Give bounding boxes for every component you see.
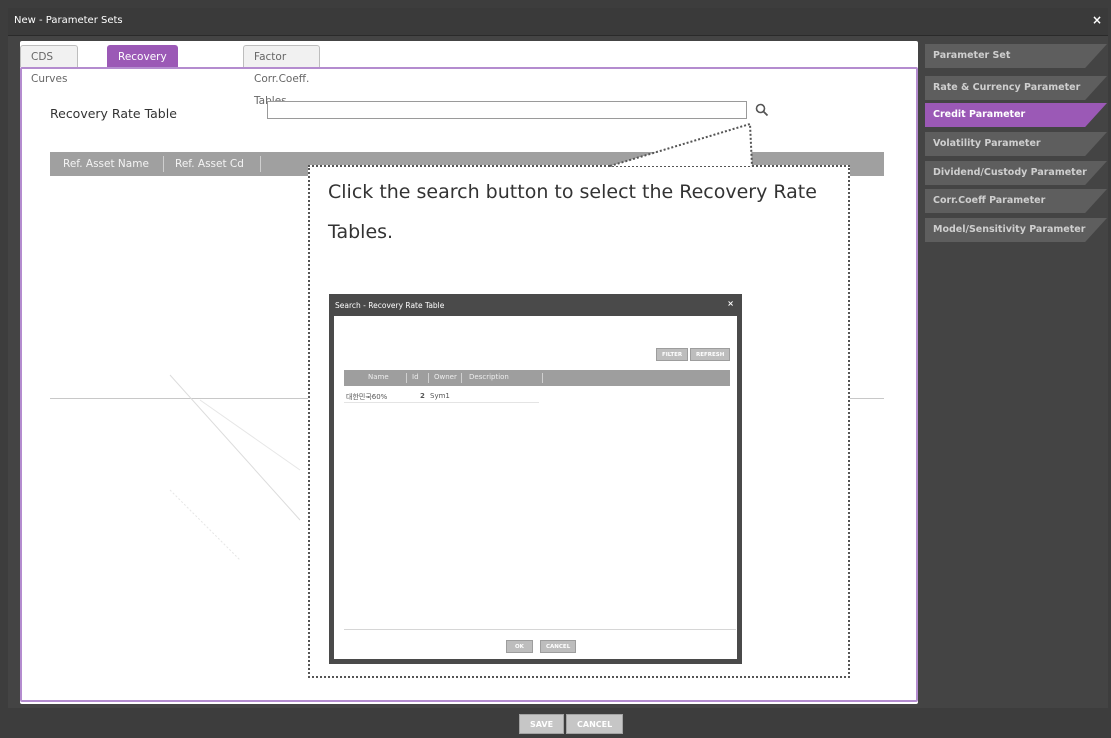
- dialog-col-separator: [428, 373, 429, 383]
- tab-cds-curves[interactable]: CDS Curves: [20, 45, 79, 85]
- refresh-button[interactable]: REFRESH: [690, 348, 731, 361]
- search-dialog-body: FILTER REFRESH Name Id Owner Description…: [334, 316, 737, 659]
- dialog-divider: [344, 629, 736, 630]
- grid-col-separator: [260, 156, 261, 172]
- grid-col-ref-asset-name[interactable]: Ref. Asset Name: [63, 158, 149, 170]
- close-icon[interactable]: ×: [727, 299, 734, 308]
- dialog-col-separator: [406, 373, 407, 383]
- window-titlebar: New - Parameter Sets ×: [8, 8, 1108, 36]
- search-icon[interactable]: [755, 103, 769, 117]
- tab-factor-corr-coeff-tables[interactable]: Factor Corr.Coeff. Tables: [243, 45, 321, 107]
- callout-text: Click the search button to select the Re…: [328, 181, 817, 243]
- dialog-col-id[interactable]: Id: [412, 373, 419, 381]
- sidenav-item-corr-coeff[interactable]: Corr.Coeff Parameter: [925, 189, 1107, 213]
- row-id: 2: [420, 392, 425, 400]
- close-icon[interactable]: ×: [1092, 13, 1102, 27]
- dialog-col-owner[interactable]: Owner: [434, 373, 457, 381]
- dialog-col-description[interactable]: Description: [469, 373, 509, 381]
- search-dialog-title: Search - Recovery Rate Table: [335, 301, 445, 310]
- filter-button[interactable]: FILTER: [656, 348, 689, 361]
- sidenav-item-parameter-set[interactable]: Parameter Set: [925, 44, 1107, 68]
- dialog-col-separator: [542, 373, 543, 383]
- sidenav-item-credit[interactable]: Credit Parameter: [925, 103, 1107, 127]
- table-row[interactable]: 대한민국60% 2 Sym1: [344, 389, 539, 403]
- dialog-cancel-button[interactable]: CANCEL: [540, 640, 577, 653]
- cancel-button[interactable]: CANCEL: [566, 714, 624, 734]
- search-dialog: Search - Recovery Rate Table × FILTER RE…: [329, 294, 742, 664]
- row-name: 대한민국60%: [346, 393, 388, 401]
- dialog-grid-header: Name Id Owner Description: [344, 370, 730, 386]
- tab-recovery-rate-tables[interactable]: Recovery Rate Tables: [107, 45, 178, 107]
- row-owner: Sym1: [430, 392, 450, 400]
- sidenav-item-volatility[interactable]: Volatility Parameter: [925, 132, 1107, 156]
- dialog-col-separator: [461, 373, 462, 383]
- recovery-rate-table-label: Recovery Rate Table: [50, 106, 177, 121]
- ok-button[interactable]: OK: [506, 640, 533, 653]
- sidenav-item-dividend-custody[interactable]: Dividend/Custody Parameter: [925, 161, 1107, 185]
- dialog-col-name[interactable]: Name: [368, 373, 389, 381]
- sidenav-item-model-sensitivity[interactable]: Model/Sensitivity Parameter: [925, 218, 1107, 242]
- grid-col-ref-asset-cd[interactable]: Ref. Asset Cd: [175, 158, 244, 170]
- save-button[interactable]: SAVE: [519, 714, 565, 734]
- grid-col-separator: [163, 156, 164, 172]
- sidenav-item-rate-currency[interactable]: Rate & Currency Parameter: [925, 76, 1107, 100]
- window-title: New - Parameter Sets: [14, 15, 123, 26]
- recovery-rate-table-input[interactable]: [267, 101, 747, 119]
